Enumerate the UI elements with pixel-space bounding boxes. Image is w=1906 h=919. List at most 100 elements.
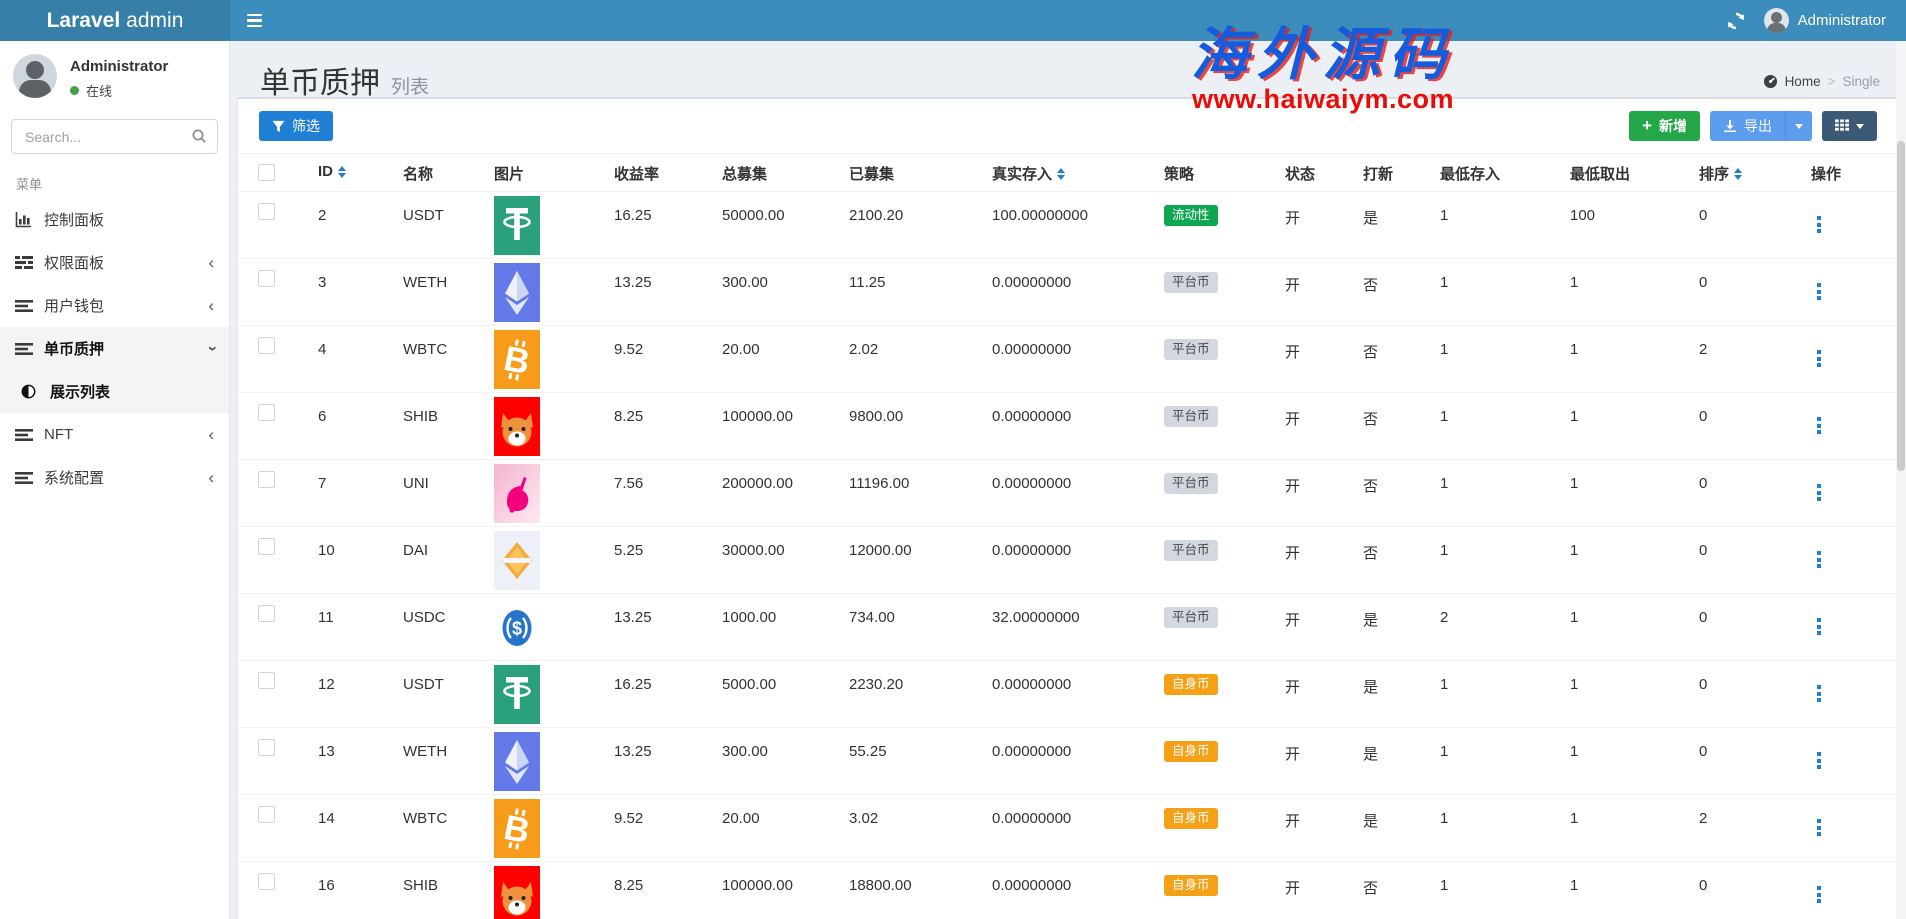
column-header-min_in: 最低存入 bbox=[1420, 154, 1550, 184]
sidebar-item-dashboard[interactable]: 控制面板 bbox=[0, 198, 229, 241]
sort-icon[interactable] bbox=[1057, 168, 1065, 180]
cell-sort: 0 bbox=[1679, 594, 1791, 626]
cell-image: B bbox=[474, 795, 594, 858]
sidebar-item-permissions[interactable]: 权限面板‹ bbox=[0, 241, 229, 284]
column-header-sort[interactable]: 排序 bbox=[1679, 154, 1791, 184]
add-button[interactable]: + 新增 bbox=[1629, 111, 1700, 141]
cell-min-in: 1 bbox=[1420, 527, 1550, 559]
row-actions-button[interactable] bbox=[1811, 415, 1827, 436]
strategy-badge: 自身币 bbox=[1164, 875, 1218, 896]
row-checkbox[interactable] bbox=[258, 337, 275, 354]
caret-down-icon bbox=[1856, 124, 1864, 129]
cell-ipo: 否 bbox=[1343, 393, 1420, 429]
row-checkbox[interactable] bbox=[258, 270, 275, 287]
sort-icon[interactable] bbox=[1734, 168, 1742, 180]
cell-status: 开 bbox=[1265, 795, 1343, 831]
wbtc-icon: B bbox=[494, 799, 594, 858]
cell-raised: 11.25 bbox=[829, 259, 972, 291]
sidebar-item-config[interactable]: 系统配置‹ bbox=[0, 456, 229, 499]
row-actions-button[interactable] bbox=[1811, 281, 1827, 302]
page-scrollbar[interactable] bbox=[1896, 41, 1906, 919]
table-card: 筛选 + 新增 导出 bbox=[238, 97, 1898, 919]
sidebar-item-single[interactable]: 单币质押‹ bbox=[0, 327, 229, 370]
topbar-user-menu[interactable]: Administrator bbox=[1764, 8, 1886, 33]
row-actions-button[interactable] bbox=[1811, 616, 1827, 637]
half-circle-icon bbox=[21, 384, 50, 399]
sidebar-item-single-list[interactable]: 展示列表 bbox=[0, 370, 229, 413]
row-checkbox[interactable] bbox=[258, 806, 275, 823]
export-button[interactable]: 导出 bbox=[1710, 111, 1785, 141]
row-actions-button[interactable] bbox=[1811, 482, 1827, 503]
row-actions-button[interactable] bbox=[1811, 817, 1827, 838]
cell-min-out: 1 bbox=[1550, 259, 1679, 291]
sort-icon[interactable] bbox=[338, 166, 346, 178]
column-header-id[interactable]: ID bbox=[298, 154, 383, 180]
table-row: 11USDC$13.251000.00734.0032.00000000平台币开… bbox=[238, 594, 1898, 661]
search-input[interactable] bbox=[11, 119, 218, 154]
scrollbar-thumb[interactable] bbox=[1897, 141, 1905, 471]
row-actions-button[interactable] bbox=[1811, 750, 1827, 771]
search-icon[interactable] bbox=[191, 128, 207, 149]
cell-strategy: 平台币 bbox=[1144, 594, 1265, 630]
row-actions-button[interactable] bbox=[1811, 214, 1827, 235]
row-checkbox[interactable] bbox=[258, 404, 275, 421]
dai-icon bbox=[494, 531, 594, 590]
sidebar-item-nft[interactable]: NFT‹ bbox=[0, 413, 229, 456]
usdc-icon: $ bbox=[494, 598, 594, 657]
row-checkbox-cell bbox=[238, 192, 298, 224]
sidebar-item-label: 权限面板 bbox=[44, 252, 104, 273]
strategy-badge: 平台币 bbox=[1164, 540, 1218, 561]
cell-min-out: 1 bbox=[1550, 594, 1679, 626]
sidebar-item-label: 控制面板 bbox=[44, 209, 104, 230]
filter-button[interactable]: 筛选 bbox=[259, 111, 333, 141]
row-checkbox[interactable] bbox=[258, 203, 275, 220]
cell-raised: 734.00 bbox=[829, 594, 972, 626]
row-checkbox[interactable] bbox=[258, 672, 275, 689]
cell-min-in: 1 bbox=[1420, 393, 1550, 425]
online-status-label: 在线 bbox=[86, 81, 112, 100]
data-table: ID名称图片收益率总募集已募集真实存入策略状态打新最低存入最低取出排序操作 2U… bbox=[238, 154, 1898, 919]
strategy-badge: 自身币 bbox=[1164, 808, 1218, 829]
cell-strategy: 自身币 bbox=[1144, 795, 1265, 831]
row-actions-button[interactable] bbox=[1811, 683, 1827, 704]
sidebar-item-wallet[interactable]: 用户钱包‹ bbox=[0, 284, 229, 327]
select-all-checkbox[interactable] bbox=[258, 164, 275, 181]
row-checkbox[interactable] bbox=[258, 873, 275, 890]
table-row: 7UNI7.56200000.0011196.000.00000000平台币开否… bbox=[238, 460, 1898, 527]
row-actions-button[interactable] bbox=[1811, 884, 1827, 905]
cell-strategy: 平台币 bbox=[1144, 393, 1265, 429]
row-checkbox[interactable] bbox=[258, 739, 275, 756]
export-dropdown-button[interactable] bbox=[1785, 111, 1812, 141]
cell-image bbox=[474, 259, 594, 322]
usdt-icon bbox=[494, 665, 594, 724]
strategy-badge: 平台币 bbox=[1164, 473, 1218, 494]
breadcrumb-home[interactable]: Home bbox=[1785, 74, 1821, 89]
refresh-icon[interactable] bbox=[1726, 10, 1748, 32]
strategy-badge: 自身币 bbox=[1164, 741, 1218, 762]
columns-button[interactable] bbox=[1822, 111, 1877, 141]
cell-strategy: 流动性 bbox=[1144, 192, 1265, 228]
cell-sort: 0 bbox=[1679, 460, 1791, 492]
cell-ipo: 是 bbox=[1343, 795, 1420, 831]
app-logo[interactable]: Laravel admin bbox=[0, 0, 230, 41]
column-header-real[interactable]: 真实存入 bbox=[972, 154, 1144, 184]
row-checkbox-cell bbox=[238, 661, 298, 693]
cell-ipo: 否 bbox=[1343, 460, 1420, 496]
row-actions-button[interactable] bbox=[1811, 348, 1827, 369]
column-header-actions: 操作 bbox=[1791, 154, 1898, 184]
sidebar-toggle-button[interactable] bbox=[230, 0, 278, 41]
row-checkbox[interactable] bbox=[258, 471, 275, 488]
cell-yield: 16.25 bbox=[594, 192, 702, 224]
row-checkbox[interactable] bbox=[258, 538, 275, 555]
cell-raised: 11196.00 bbox=[829, 460, 972, 492]
table-row: 14WBTCB9.5220.003.020.00000000自身币开是112 bbox=[238, 795, 1898, 862]
cell-total: 100000.00 bbox=[702, 393, 829, 425]
row-checkbox[interactable] bbox=[258, 605, 275, 622]
table-body: 2USDT16.2550000.002100.20100.00000000流动性… bbox=[238, 192, 1898, 919]
breadcrumb-separator: > bbox=[1828, 74, 1836, 89]
main-content: 单币质押 列表 Home > Single 筛选 + 新增 bbox=[230, 41, 1906, 919]
cell-ipo: 否 bbox=[1343, 259, 1420, 295]
cell-sort: 0 bbox=[1679, 527, 1791, 559]
row-actions-button[interactable] bbox=[1811, 549, 1827, 570]
cell-sort: 0 bbox=[1679, 661, 1791, 693]
